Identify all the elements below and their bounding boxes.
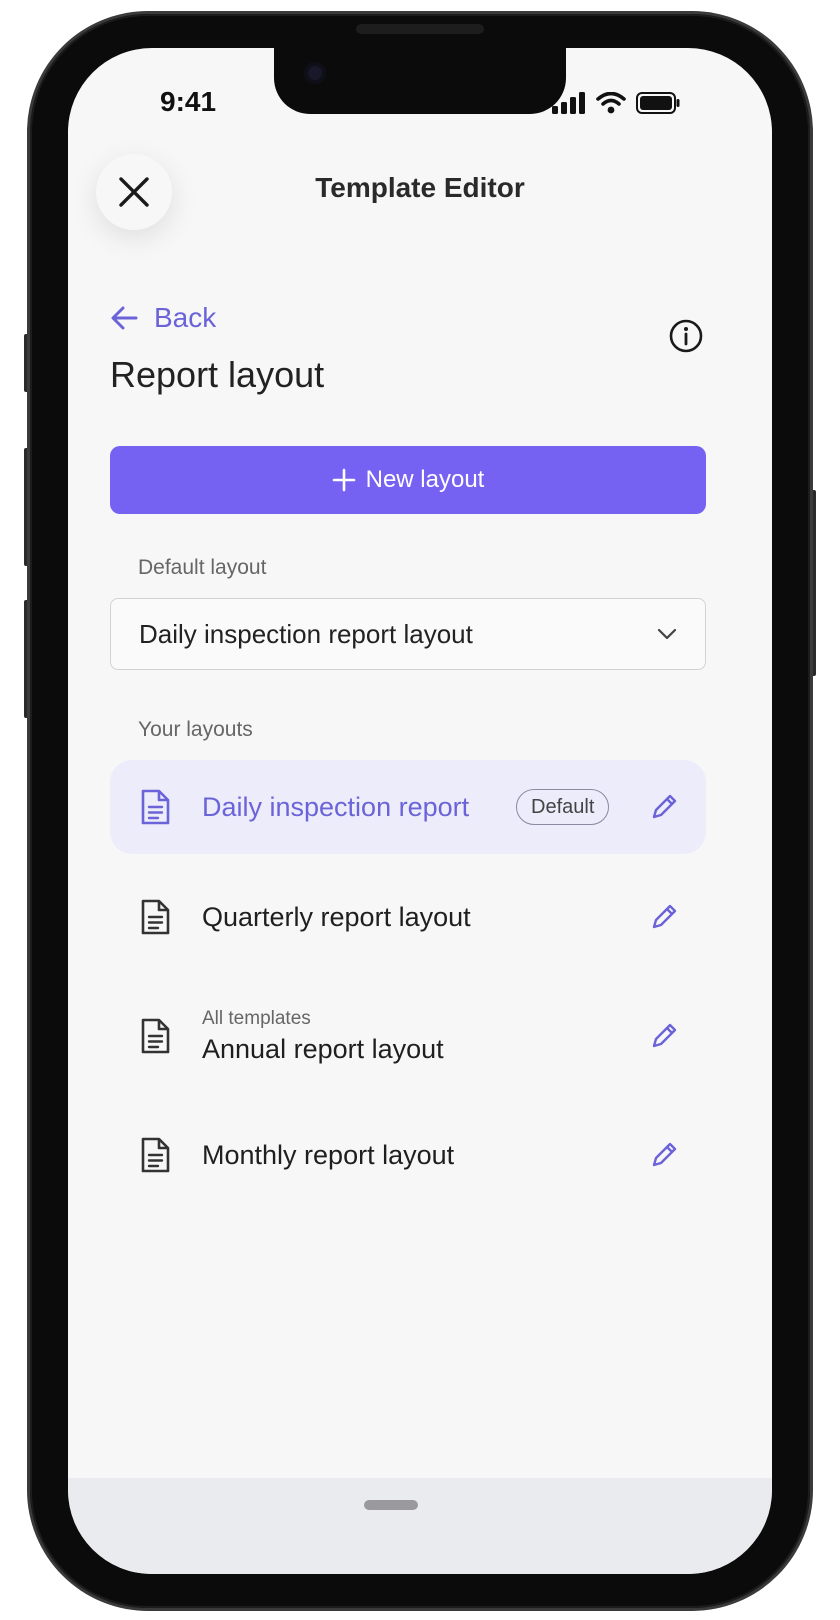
plus-icon [332, 468, 355, 492]
pencil-icon[interactable] [648, 1139, 680, 1171]
header-title: Template Editor [315, 172, 525, 203]
arrow-left-icon [111, 306, 138, 330]
app-screen: 9:41 Template Editor Back Report layout … [68, 48, 772, 1574]
pencil-icon[interactable] [648, 791, 680, 823]
layout-item-annual[interactable]: All templates Annual report layout [110, 984, 706, 1088]
default-layout-select[interactable]: Daily inspection report layout [110, 598, 706, 670]
layout-item-label: Quarterly report layout [202, 901, 471, 932]
layout-item-quarterly[interactable]: Quarterly report layout [110, 870, 706, 964]
layout-item-text: Monthly report layout [202, 1140, 454, 1171]
default-layout-value: Daily inspection report layout [139, 618, 473, 649]
your-layouts-label: Your layouts [138, 718, 253, 741]
layout-item-label: Monthly report layout [202, 1139, 455, 1170]
camera-icon [304, 62, 326, 84]
new-layout-button[interactable]: New layout [110, 446, 706, 514]
pencil-icon[interactable] [648, 901, 680, 933]
speaker-grille [356, 24, 484, 34]
back-link[interactable]: Back [110, 302, 216, 334]
status-icons [552, 92, 680, 114]
layout-item-monthly[interactable]: Monthly report layout [110, 1108, 706, 1202]
signal-icon [552, 92, 585, 114]
layout-item-label: Annual report layout [202, 1033, 444, 1064]
device-mockup: 9:41 Template Editor Back Report layout … [0, 0, 840, 1620]
document-icon [141, 789, 170, 825]
phone-frame: 9:41 Template Editor Back Report layout … [30, 14, 810, 1608]
document-icon [141, 1137, 170, 1173]
wifi-icon [596, 92, 626, 114]
layout-item-text: Quarterly report layout [202, 902, 471, 933]
home-indicator[interactable] [364, 1500, 418, 1510]
battery-icon [636, 92, 680, 114]
document-icon [141, 1018, 170, 1054]
document-icon [141, 899, 170, 935]
layout-item-text: All templates Annual report layout [202, 1008, 444, 1065]
info-icon [669, 319, 703, 353]
layout-item-subtitle: All templates [202, 1007, 311, 1029]
info-button[interactable] [668, 318, 704, 359]
default-badge: Default [516, 789, 610, 825]
chevron-down-icon [657, 628, 677, 640]
back-label: Back [154, 302, 217, 333]
layout-item-text: Daily inspection report [202, 792, 469, 823]
notch [274, 48, 566, 114]
new-layout-label: New layout [365, 466, 485, 493]
pencil-icon[interactable] [648, 1020, 680, 1052]
default-layout-label: Default layout [138, 556, 267, 579]
bottom-bar [68, 1478, 772, 1574]
layout-item-daily-inspection[interactable]: Daily inspection report Default [110, 760, 706, 854]
page-title: Report layout [110, 354, 325, 395]
status-time: 9:41 [160, 86, 217, 117]
layout-item-label: Daily inspection report [202, 791, 470, 822]
